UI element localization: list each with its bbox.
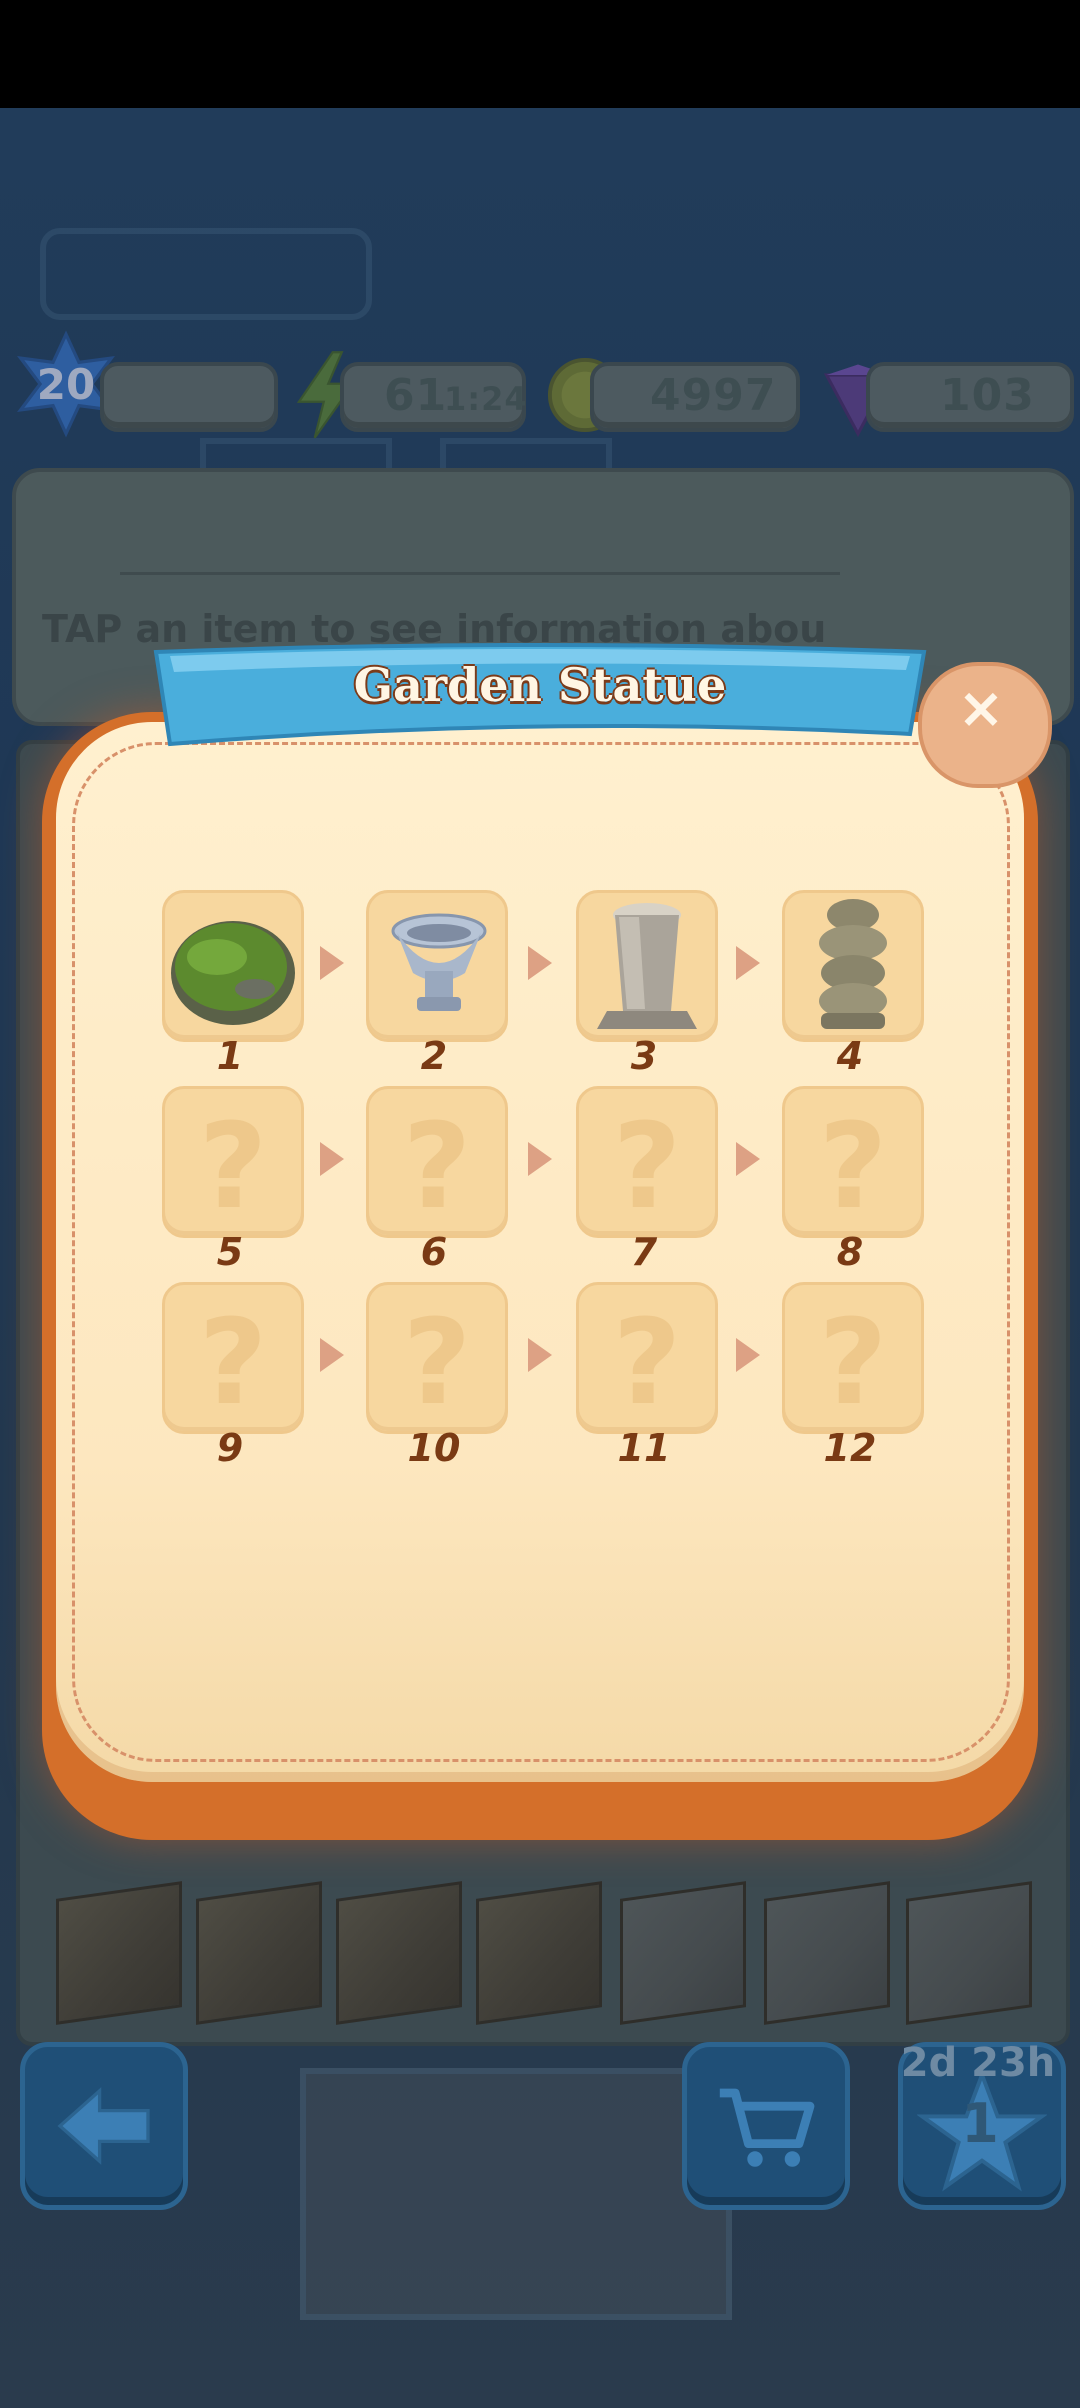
question-mark-icon: ? xyxy=(402,1097,472,1235)
item-number: 3 xyxy=(630,1034,658,1078)
item-number: 10 xyxy=(407,1426,461,1470)
chain-arrow-icon xyxy=(320,1338,344,1372)
item-number: 5 xyxy=(216,1230,244,1274)
crate-tile[interactable] xyxy=(764,1881,890,2025)
crate-tile[interactable] xyxy=(56,1881,182,2025)
item-slot-10[interactable]: ? xyxy=(366,1282,508,1434)
mossy-rock-icon xyxy=(171,921,295,1025)
item-number: 12 xyxy=(823,1426,877,1470)
back-button[interactable] xyxy=(20,2042,188,2210)
chain-arrow-icon xyxy=(528,1338,552,1372)
info-divider xyxy=(120,572,840,575)
chain-arrow-icon xyxy=(528,1142,552,1176)
item-slot-8[interactable]: ? xyxy=(782,1086,924,1238)
chain-arrow-icon xyxy=(736,1142,760,1176)
gems-value: 103 xyxy=(940,370,1035,421)
question-mark-icon: ? xyxy=(198,1293,268,1431)
item-slot-12[interactable]: ? xyxy=(782,1282,924,1434)
item-number: 11 xyxy=(617,1426,671,1470)
question-mark-icon: ? xyxy=(198,1097,268,1235)
item-number: 6 xyxy=(420,1230,448,1274)
stone-pillar-icon xyxy=(597,903,697,1029)
cart-icon xyxy=(719,2088,815,2167)
chain-arrow-icon xyxy=(736,1338,760,1372)
energy-timer: 1:24 xyxy=(444,380,528,418)
question-mark-icon: ? xyxy=(612,1293,682,1431)
question-mark-icon: ? xyxy=(402,1293,472,1431)
item-slot-3[interactable] xyxy=(576,890,718,1042)
item-slot-4[interactable] xyxy=(782,890,924,1042)
item-slot-11[interactable]: ? xyxy=(576,1282,718,1434)
question-mark-icon: ? xyxy=(818,1097,888,1235)
shop-button[interactable] xyxy=(682,2042,850,2210)
item-slot-2[interactable] xyxy=(366,890,508,1042)
stone-urn-icon xyxy=(391,913,487,1011)
event-count: 1 xyxy=(961,2092,999,2155)
crate-tile[interactable] xyxy=(476,1881,602,2025)
modal-title: Garden Statue xyxy=(353,658,727,712)
chain-arrow-icon xyxy=(528,946,552,980)
item-number: 1 xyxy=(216,1034,244,1078)
chain-arrow-icon xyxy=(320,946,344,980)
chain-arrow-icon xyxy=(320,1142,344,1176)
item-number: 2 xyxy=(420,1034,448,1078)
crate-tile[interactable] xyxy=(620,1881,746,2025)
status-bar xyxy=(0,0,1080,108)
energy-value: 61 xyxy=(384,370,448,421)
level-number: 20 xyxy=(36,360,96,409)
question-mark-icon: ? xyxy=(818,1293,888,1431)
chain-arrow-icon xyxy=(736,946,760,980)
crate-tile[interactable] xyxy=(196,1881,322,2025)
crate-tile[interactable] xyxy=(906,1881,1032,2025)
question-mark-icon: ? xyxy=(612,1097,682,1235)
arrow-left-icon xyxy=(57,2087,150,2165)
item-slot-7[interactable]: ? xyxy=(576,1086,718,1238)
crate-tile[interactable] xyxy=(336,1881,462,2025)
item-slot-1[interactable] xyxy=(162,890,304,1042)
item-number: 4 xyxy=(836,1034,864,1078)
item-number: 8 xyxy=(836,1230,864,1274)
xp-progress-bar xyxy=(100,362,278,432)
item-slot-9[interactable]: ? xyxy=(162,1282,304,1434)
item-slot-6[interactable]: ? xyxy=(366,1086,508,1238)
coins-value: 4997 xyxy=(650,370,777,421)
rough-statue-icon xyxy=(819,899,887,1029)
event-timer: 2d 23h xyxy=(900,2040,1056,2086)
item-number: 9 xyxy=(216,1426,244,1470)
item-slot-5[interactable]: ? xyxy=(162,1086,304,1238)
close-icon[interactable]: × xyxy=(918,676,1044,741)
item-number: 7 xyxy=(630,1230,658,1274)
